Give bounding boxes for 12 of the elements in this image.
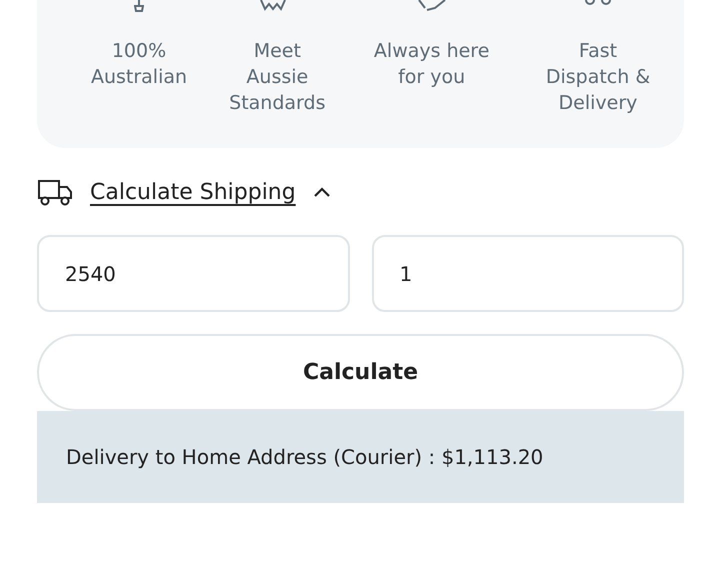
caret-icon[interactable] <box>312 186 331 198</box>
feature-label: Fast Dispatch & Delivery <box>546 39 650 116</box>
feature-label: Always here for you <box>374 39 490 90</box>
calculate-button[interactable]: Calculate <box>37 334 684 411</box>
quantity-field[interactable]: 1 <box>372 235 684 312</box>
wheels-icon <box>584 0 611 6</box>
feature-label: Meet Aussie Standards <box>229 39 326 116</box>
postcode-field[interactable]: 2540 <box>37 235 350 312</box>
delivery-quote: Delivery to Home Address (Courier) : $1,113.20 <box>66 444 544 471</box>
calculate-shipping-link[interactable]: Calculate Shipping <box>90 176 296 208</box>
feature-label: 100% Australian <box>90 39 188 90</box>
truck-icon <box>37 178 73 206</box>
